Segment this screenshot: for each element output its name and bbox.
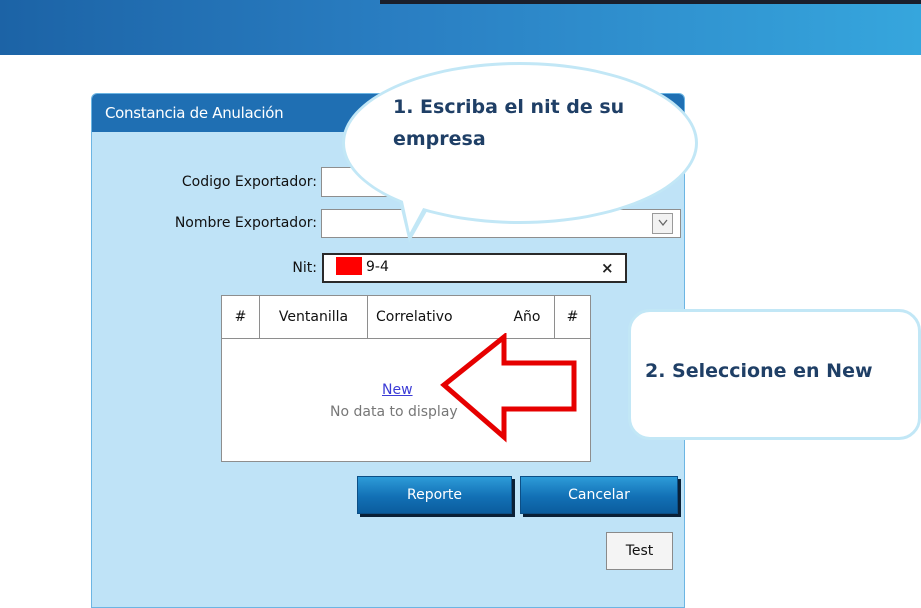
redaction-block bbox=[336, 257, 362, 275]
test-button[interactable]: Test bbox=[606, 532, 673, 570]
callout-step-2: 2. Seleccione en New bbox=[628, 309, 921, 440]
cancelar-button[interactable]: Cancelar bbox=[520, 476, 678, 514]
no-data-text: No data to display bbox=[330, 404, 458, 420]
top-banner bbox=[0, 0, 921, 55]
banner-shadow bbox=[380, 0, 921, 4]
nombre-exportador-label: Nombre Exportador: bbox=[174, 215, 317, 231]
grid-col-num[interactable]: # bbox=[222, 296, 260, 338]
nit-value: 9-4 bbox=[366, 259, 389, 275]
dialog-title: Constancia de Anulación bbox=[105, 104, 284, 122]
callout-step-2-text: 2. Seleccione en New bbox=[645, 360, 873, 382]
left-arrow-icon bbox=[440, 333, 577, 443]
close-icon[interactable]: × bbox=[601, 259, 614, 277]
new-link[interactable]: New bbox=[382, 382, 413, 398]
callout-1-tail-fill bbox=[392, 184, 434, 236]
grid-col-correlativo[interactable]: Correlativo bbox=[368, 296, 500, 338]
grid-col-anio[interactable]: Año bbox=[500, 296, 555, 338]
callout-step-1-text: 1. Escriba el nit de su empresa bbox=[393, 96, 625, 150]
nit-input[interactable]: 9-4 × bbox=[322, 253, 627, 283]
chevron-down-icon[interactable] bbox=[652, 213, 673, 234]
callout-step-1: 1. Escriba el nit de su empresa bbox=[342, 62, 698, 224]
grid-col-ventanilla[interactable]: Ventanilla bbox=[260, 296, 368, 338]
grid-col-num-2[interactable]: # bbox=[555, 296, 590, 338]
nit-label: Nit: bbox=[292, 260, 317, 276]
codigo-exportador-label: Codigo Exportador: bbox=[181, 174, 317, 190]
reporte-button[interactable]: Reporte bbox=[357, 476, 512, 514]
